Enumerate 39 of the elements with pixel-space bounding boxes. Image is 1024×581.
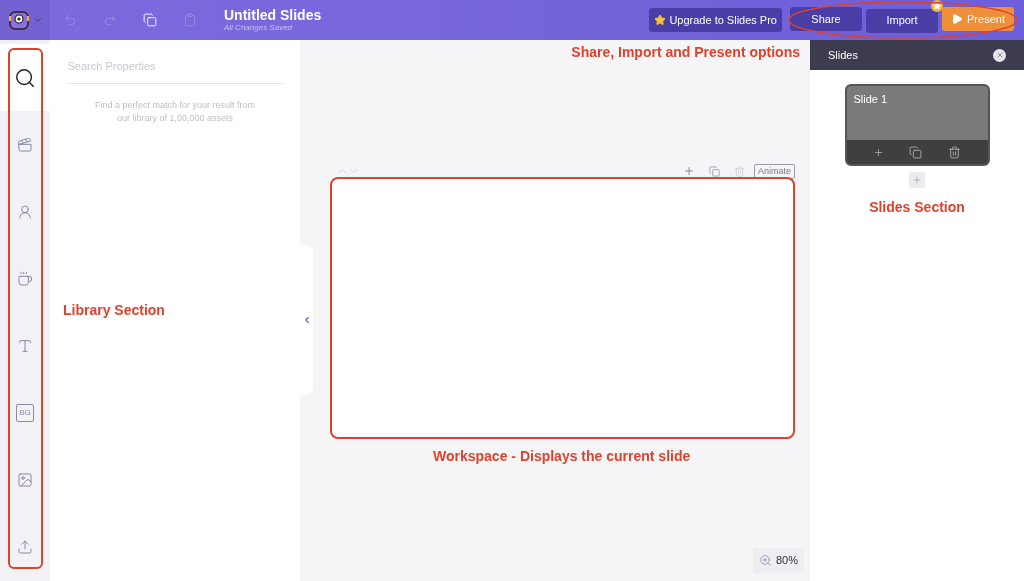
redo-icon (103, 13, 117, 27)
panel-title: Slides (828, 47, 859, 63)
play-icon (951, 13, 964, 26)
cup-icon (17, 270, 33, 287)
annotation-label: Slides Section (869, 198, 965, 217)
share-button[interactable]: Share (790, 7, 862, 32)
annotation-label: Workspace - Displays the current slide (433, 447, 692, 466)
person-icon (17, 203, 33, 220)
save-status: All Changes Saved (224, 23, 294, 33)
upgrade-button[interactable]: Upgrade to Slides Pro (649, 8, 782, 32)
copy-icon (143, 13, 157, 27)
zoom-icon (758, 554, 772, 567)
document-title: Untitled Slides (224, 7, 322, 23)
annotation-label: Share, Import and Present options (571, 43, 800, 62)
search-icon (14, 66, 36, 89)
add-icon[interactable] (873, 146, 885, 158)
import-button[interactable]: Import (866, 8, 938, 33)
background-icon: BG (16, 404, 34, 423)
duplicate-icon[interactable] (708, 165, 720, 177)
annotation-label: Library Section (63, 301, 165, 320)
caret-icon[interactable] (33, 15, 43, 25)
clapperboard-icon (17, 136, 33, 153)
text-icon (17, 338, 33, 355)
undo-icon (63, 13, 77, 27)
slide-thumbnail[interactable]: Slide 1 (844, 84, 990, 166)
add-icon[interactable] (682, 165, 695, 177)
duplicate-icon[interactable] (909, 145, 923, 159)
robot-logo-icon[interactable] (7, 8, 31, 32)
clipboard-icon (183, 13, 197, 27)
image-icon (17, 472, 33, 489)
slide-label: Slide 1 (852, 92, 889, 107)
close-icon (995, 51, 1004, 59)
close-button[interactable] (993, 48, 1006, 62)
zoom-control[interactable]: 80% (752, 548, 804, 573)
sidebar-tab[interactable] (0, 44, 50, 112)
trash-icon[interactable] (947, 145, 961, 159)
plus-icon (912, 175, 922, 185)
star-icon (654, 14, 667, 26)
upload-icon (17, 539, 33, 556)
